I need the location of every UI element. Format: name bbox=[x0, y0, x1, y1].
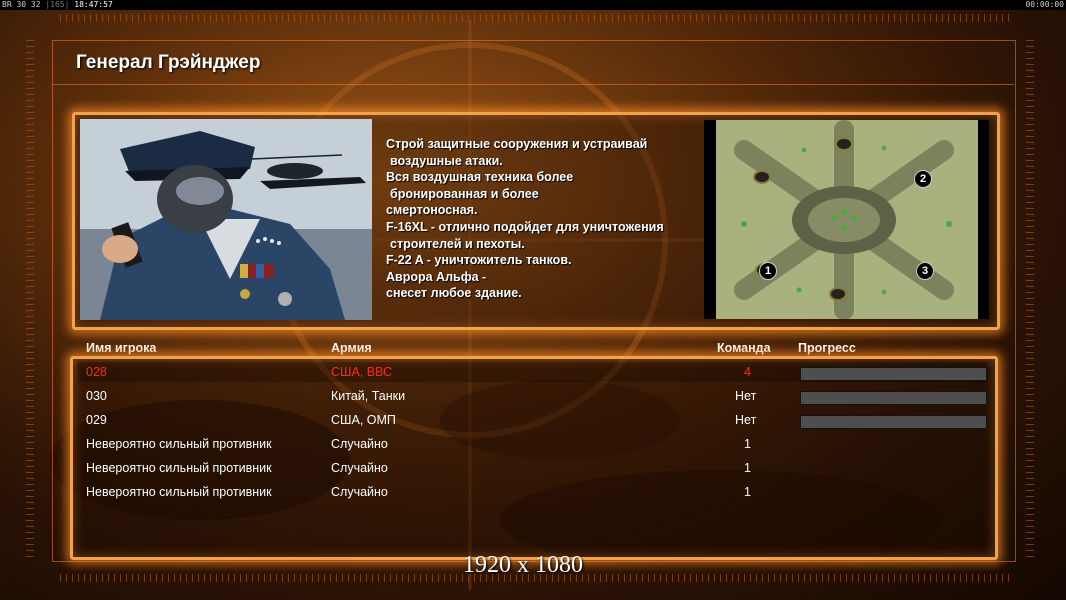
general-title: Генерал Грэйнджер bbox=[76, 52, 261, 73]
clock: 18:47:57 bbox=[74, 0, 113, 9]
progress-bar bbox=[800, 415, 987, 429]
description-line: F-16XL - отлично подойдет для уничтожени… bbox=[386, 219, 664, 234]
player-team: 1 bbox=[744, 485, 751, 499]
player-team: 1 bbox=[744, 461, 751, 475]
portrait-image bbox=[80, 119, 372, 320]
table-row: 029 США, ОМП Нет bbox=[0, 408, 1066, 432]
status-dim: |165| bbox=[45, 0, 70, 9]
table-row: Невероятно сильный противник Случайно 1 bbox=[0, 480, 1066, 504]
description-line: строителей и пехоты. bbox=[390, 236, 525, 251]
description-line: Аврора Альфа - bbox=[386, 269, 487, 284]
minimap-image bbox=[704, 120, 989, 320]
player-name: 030 bbox=[86, 389, 107, 403]
description-line: воздушные атаки. bbox=[390, 153, 503, 168]
player-army: Китай, Танки bbox=[331, 389, 406, 403]
resolution-label: 1920 x 1080 bbox=[463, 552, 583, 578]
player-army: США, ОМП bbox=[331, 413, 396, 427]
general-description: Строй защитные сооружения и устраивай во… bbox=[386, 136, 696, 302]
description-line: F-22 A - уничтожитель танков. bbox=[386, 253, 572, 268]
table-row: Невероятно сильный противник Случайно 1 bbox=[0, 456, 1066, 480]
player-name: Невероятно сильный противник bbox=[86, 437, 272, 451]
general-portrait bbox=[80, 119, 372, 320]
player-team: Нет bbox=[735, 389, 757, 403]
description-line: смертоносная. bbox=[386, 203, 478, 218]
description-line: Вся воздушная техника более bbox=[386, 170, 574, 185]
status-bar: BR 30 32 |165| 18:47:57 00:00:00 bbox=[0, 0, 1066, 10]
player-team: 4 bbox=[744, 365, 751, 379]
header-army: Армия bbox=[331, 341, 372, 355]
player-name: 029 bbox=[86, 413, 107, 427]
start-position-marker: 2 bbox=[914, 170, 932, 188]
player-team: Нет bbox=[735, 413, 757, 427]
player-army: США, ВВС bbox=[331, 365, 393, 379]
table-row: Невероятно сильный противник Случайно 1 bbox=[0, 432, 1066, 456]
start-position-marker: 1 bbox=[759, 262, 777, 280]
table-row: 030 Китай, Танки Нет bbox=[0, 384, 1066, 408]
status-label: BR 30 32 bbox=[2, 0, 41, 9]
player-team: 1 bbox=[744, 437, 751, 451]
player-army: Случайно bbox=[331, 485, 388, 499]
timer: 00:00:00 bbox=[1025, 0, 1064, 9]
progress-bar bbox=[800, 367, 987, 381]
header-progress: Прогресс bbox=[798, 341, 856, 355]
title-divider bbox=[52, 84, 1014, 85]
header-team: Команда bbox=[717, 341, 771, 355]
player-name: Невероятно сильный противник bbox=[86, 461, 272, 475]
player-name: Невероятно сильный противник bbox=[86, 485, 272, 499]
player-name: 028 bbox=[86, 365, 107, 379]
progress-bar bbox=[800, 391, 987, 405]
loading-screen: BR 30 32 |165| 18:47:57 00:00:00 Генерал… bbox=[0, 0, 1066, 600]
header-player: Имя игрока bbox=[86, 341, 157, 355]
player-army: Случайно bbox=[331, 437, 388, 451]
player-army: Случайно bbox=[331, 461, 388, 475]
start-position-marker: 3 bbox=[916, 262, 934, 280]
map-preview: 1 2 3 bbox=[704, 120, 989, 320]
description-line: Строй защитные сооружения и устраивай bbox=[386, 137, 648, 151]
description-line: снесет любое здание. bbox=[386, 286, 522, 301]
table-row: 028 США, ВВС 4 bbox=[0, 360, 1066, 384]
description-line: бронированная и более bbox=[390, 186, 539, 201]
